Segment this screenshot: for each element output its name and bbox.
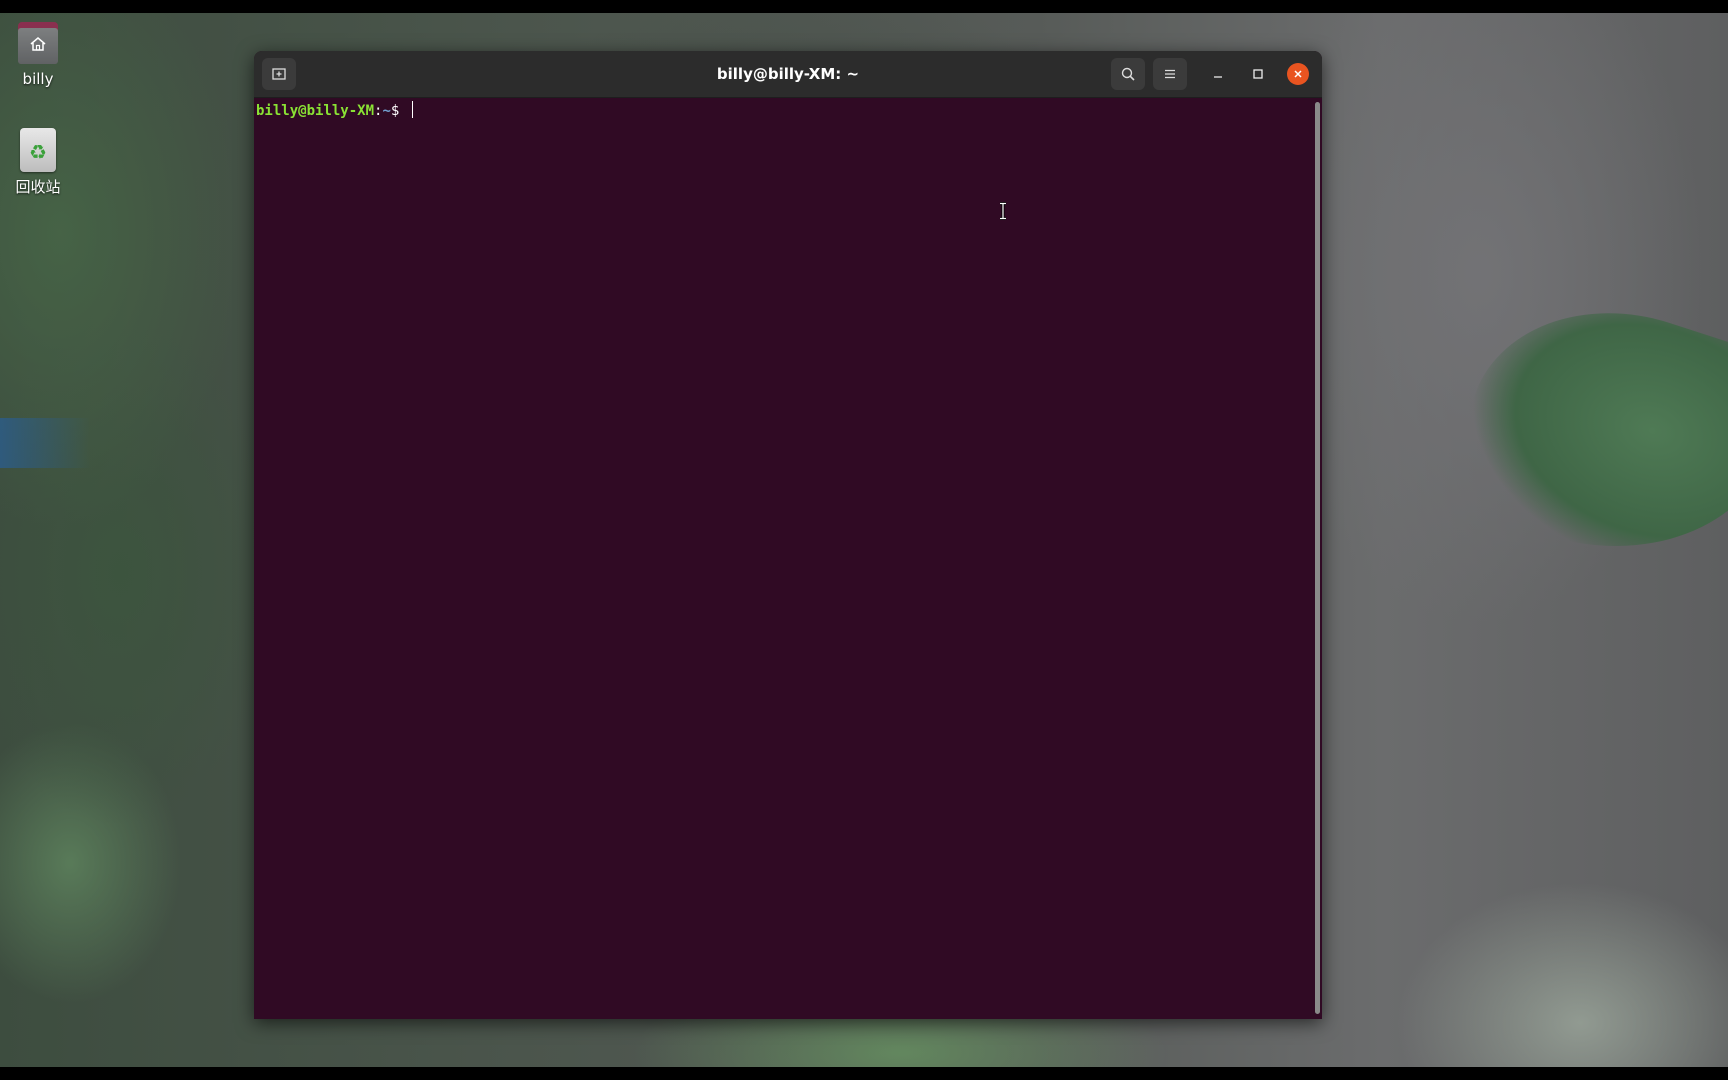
terminal-titlebar[interactable]: billy@billy-XM: ~ <box>254 51 1322 98</box>
desktop-icon-label: 回收站 <box>15 178 61 196</box>
minimize-icon <box>1214 76 1222 78</box>
maximize-button[interactable] <box>1247 63 1269 85</box>
search-button[interactable] <box>1111 58 1145 90</box>
trash-icon: ♻ <box>16 128 60 172</box>
new-tab-icon <box>272 68 286 80</box>
mouse-ibeam-cursor <box>1000 202 1006 220</box>
wallpaper-blue-detail <box>0 418 90 468</box>
close-icon <box>1294 70 1302 78</box>
desktop-icon-home[interactable]: billy <box>0 22 76 88</box>
prompt-user-host: billy@billy-XM <box>256 103 375 119</box>
prompt-line: billy@billy-XM:~$ <box>256 101 413 120</box>
minimize-button[interactable] <box>1207 63 1229 85</box>
text-cursor <box>411 101 413 118</box>
menu-button[interactable] <box>1153 58 1187 90</box>
recycle-icon: ♻ <box>29 140 47 164</box>
close-button[interactable] <box>1287 63 1309 85</box>
new-tab-button[interactable] <box>262 58 296 90</box>
search-icon <box>1121 67 1135 81</box>
window-title: billy@billy-XM: ~ <box>716 65 860 83</box>
home-folder-icon <box>16 22 60 66</box>
screen: billy ♻ 回收站 billy@billy-XM: ~ billy@bill… <box>0 0 1728 1080</box>
hamburger-menu-icon <box>1165 69 1175 79</box>
terminal-scrollbar[interactable] <box>1312 98 1322 1019</box>
terminal-output-area[interactable]: billy@billy-XM:~$ <box>254 98 1312 1019</box>
terminal-window[interactable]: billy@billy-XM: ~ billy@billy-XM:~$ <box>254 51 1322 1019</box>
desktop-icon-label: billy <box>22 70 54 88</box>
wallpaper-leaf <box>1440 272 1728 594</box>
scrollbar-thumb[interactable] <box>1315 102 1320 1014</box>
desktop-icon-trash[interactable]: ♻ 回收站 <box>0 128 76 197</box>
prompt-directory: ~ <box>382 103 391 119</box>
prompt-sign: $ <box>390 103 408 119</box>
maximize-icon <box>1253 69 1263 79</box>
